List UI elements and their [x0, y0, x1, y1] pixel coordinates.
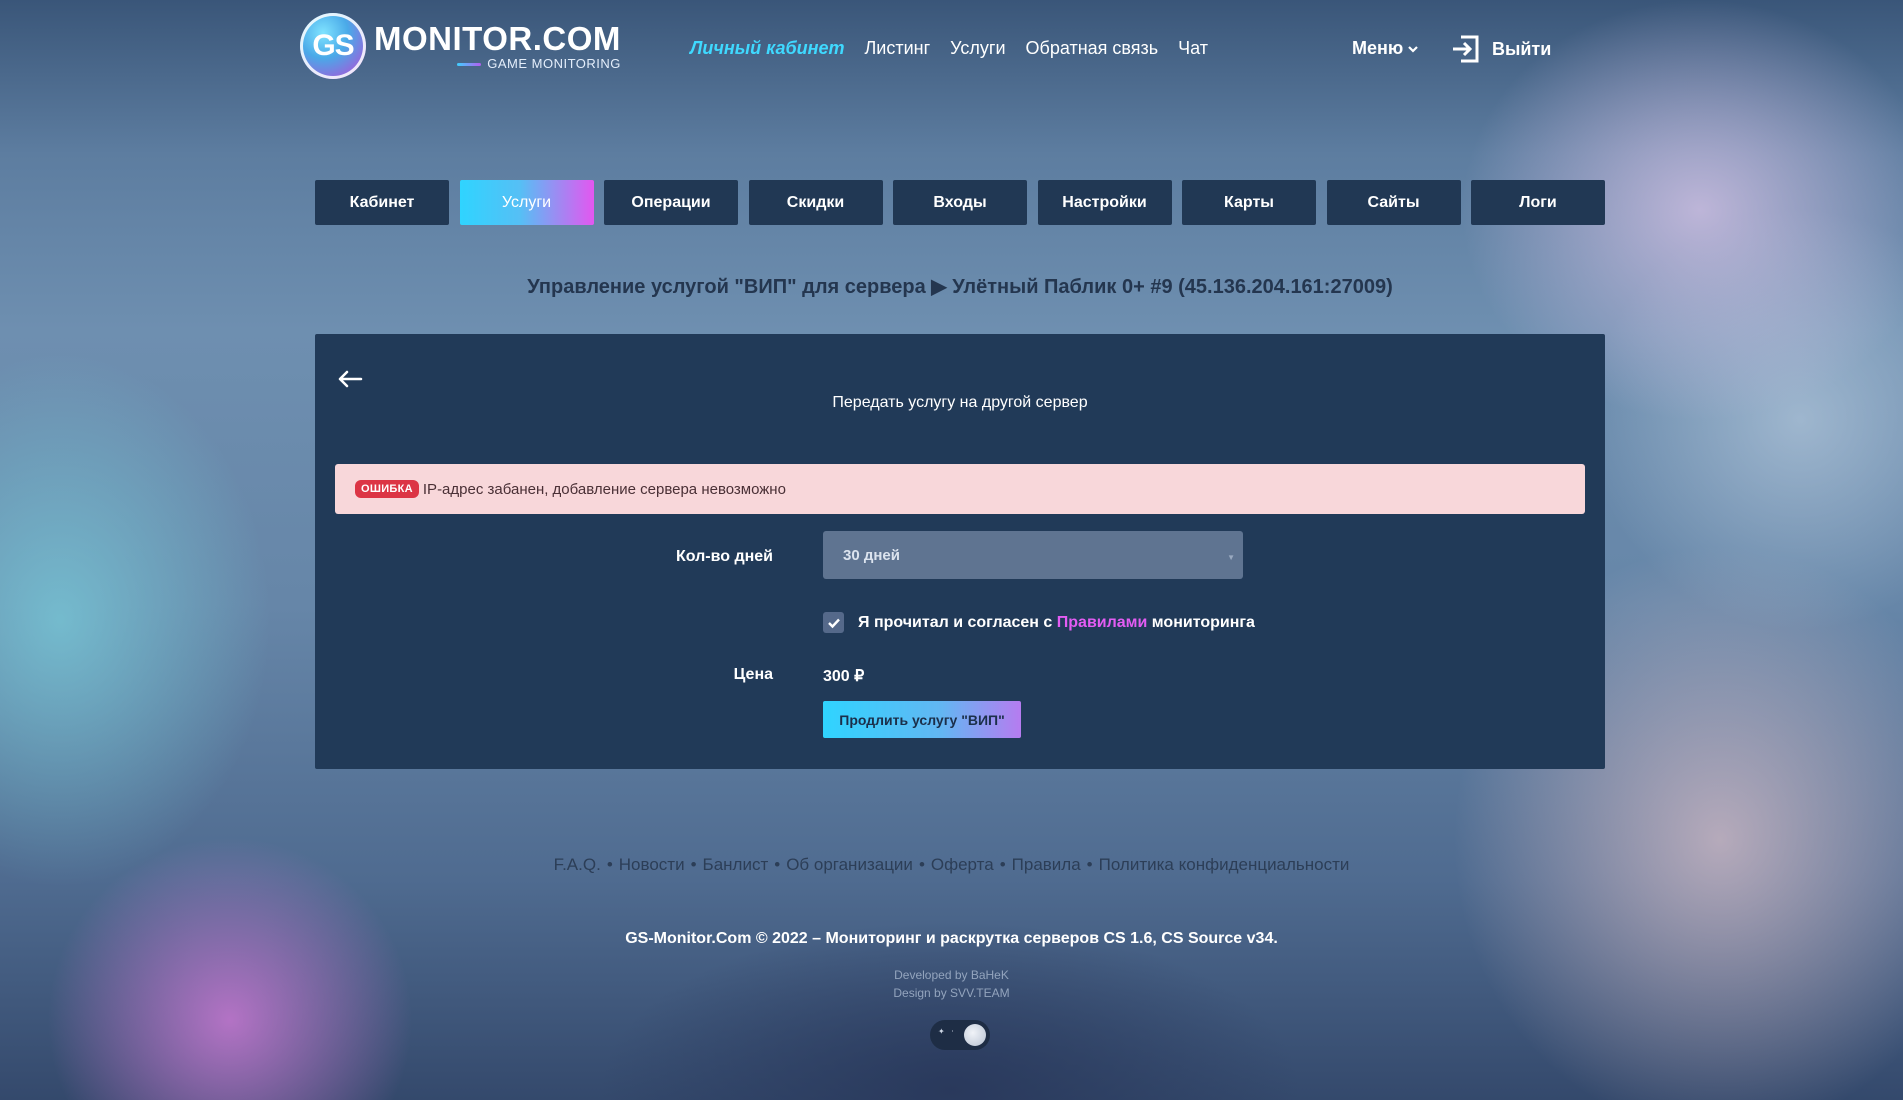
footer-link-banlist[interactable]: Банлист	[703, 855, 769, 874]
credits: Developed by BaHeK Design by SVV.TEAM	[0, 966, 1903, 1002]
tab-sites[interactable]: Сайты	[1326, 180, 1461, 225]
footer-link-about[interactable]: Об организации	[786, 855, 913, 874]
footer-separator: •	[774, 855, 781, 874]
main-nav: Личный кабинет Листинг Услуги Обратная с…	[690, 38, 1208, 59]
logout-button[interactable]: Выйти	[1450, 34, 1551, 64]
footer-link-rules[interactable]: Правила	[1012, 855, 1081, 874]
logo-subtitle: GAME MONITORING	[374, 57, 621, 71]
back-arrow-icon[interactable]	[335, 364, 365, 394]
rules-agreement: Я прочитал и согласен с Правилами монито…	[823, 612, 1255, 633]
price-value: 300 ₽	[823, 668, 865, 685]
footer-link-privacy[interactable]: Политика конфиденциальности	[1099, 855, 1350, 874]
agree-text: Я прочитал и согласен с Правилами монито…	[858, 614, 1255, 632]
days-label: Кол-во дней	[675, 548, 773, 565]
nav-chat[interactable]: Чат	[1178, 38, 1208, 59]
agree-suffix: мониторинга	[1151, 613, 1255, 631]
tab-logs[interactable]: Логи	[1471, 180, 1605, 225]
error-alert: ОШИБКА IP-адрес забанен, добавление серв…	[335, 464, 1585, 514]
footer-separator: •	[918, 855, 925, 874]
footer-separator: •	[999, 855, 1006, 874]
tab-maps[interactable]: Карты	[1182, 180, 1316, 225]
agree-checkbox[interactable]	[823, 612, 844, 633]
design-by: Design by SVV.TEAM	[893, 986, 1010, 1000]
footer-separator: •	[690, 855, 697, 874]
footer-separator: •	[606, 855, 613, 874]
error-message: IP-адрес забанен, добавление сервера нев…	[422, 480, 786, 498]
footer-links: F.A.Q. • Новости • Банлист • Об организации • Оф…	[0, 855, 1903, 875]
site-header: GS MONITOR.COM GAME MONITORING Личный ка…	[0, 0, 1903, 100]
tab-logins[interactable]: Входы	[893, 180, 1027, 225]
days-selected-value: 30 дней	[843, 546, 900, 564]
chevron-down-icon	[1408, 45, 1419, 53]
stars-icon: ✦ ·	[938, 1027, 956, 1036]
logo-text: MONITOR.COM GAME MONITORING	[374, 21, 621, 71]
theme-toggle[interactable]: ✦ ·	[930, 1020, 990, 1050]
site-logo[interactable]: GS MONITOR.COM GAME MONITORING	[300, 13, 621, 79]
developed-by: Developed by BaHeK	[894, 968, 1009, 982]
footer-separator: •	[1086, 855, 1093, 874]
nav-personal-cabinet[interactable]: Личный кабинет	[690, 38, 844, 59]
price-label: Цена	[733, 666, 773, 683]
logo-badge: GS	[300, 13, 366, 79]
logo-title: MONITOR.COM	[374, 20, 621, 57]
transfer-service-title: Передать услугу на другой сервер	[832, 394, 1088, 411]
footer-link-offer[interactable]: Оферта	[931, 855, 994, 874]
page-title: Управление услугой "ВИП" для сервера ▶ У…	[527, 276, 1393, 298]
menu-label: Меню	[1352, 38, 1404, 58]
days-select[interactable]: 30 дней ▼	[823, 531, 1243, 579]
tab-cabinet[interactable]: Кабинет	[315, 180, 449, 225]
logout-label: Выйти	[1492, 38, 1552, 59]
checkmark-icon	[827, 618, 840, 628]
moon-icon	[964, 1024, 986, 1046]
nav-services[interactable]: Услуги	[950, 38, 1005, 59]
nav-feedback[interactable]: Обратная связь	[1026, 38, 1159, 59]
rules-link[interactable]: Правилами	[1057, 614, 1148, 631]
tab-discounts[interactable]: Скидки	[748, 180, 883, 225]
caret-down-icon: ▼	[1227, 553, 1235, 562]
footer-link-faq[interactable]: F.A.Q.	[554, 855, 601, 874]
agree-prefix: Я прочитал и согласен с	[858, 613, 1053, 631]
renew-service-button[interactable]: Продлить услугу "ВИП"	[823, 701, 1021, 738]
service-transfer-panel: Передать услугу на другой сервер ОШИБКА …	[315, 334, 1605, 769]
menu-dropdown[interactable]: Меню	[1352, 38, 1419, 59]
error-badge: ОШИБКА	[355, 480, 419, 498]
tab-services[interactable]: Услуги	[459, 180, 594, 225]
tab-operations[interactable]: Операции	[604, 180, 738, 225]
copyright: GS-Monitor.Com © 2022 – Мониторинг и рас…	[625, 930, 1278, 947]
logout-icon	[1453, 35, 1479, 63]
cabinet-tabs: Кабинет Услуги Операции Скидки Входы Нас…	[315, 180, 1605, 225]
footer-link-news[interactable]: Новости	[619, 855, 685, 874]
nav-listing[interactable]: Листинг	[864, 38, 930, 59]
tab-settings[interactable]: Настройки	[1037, 180, 1172, 225]
